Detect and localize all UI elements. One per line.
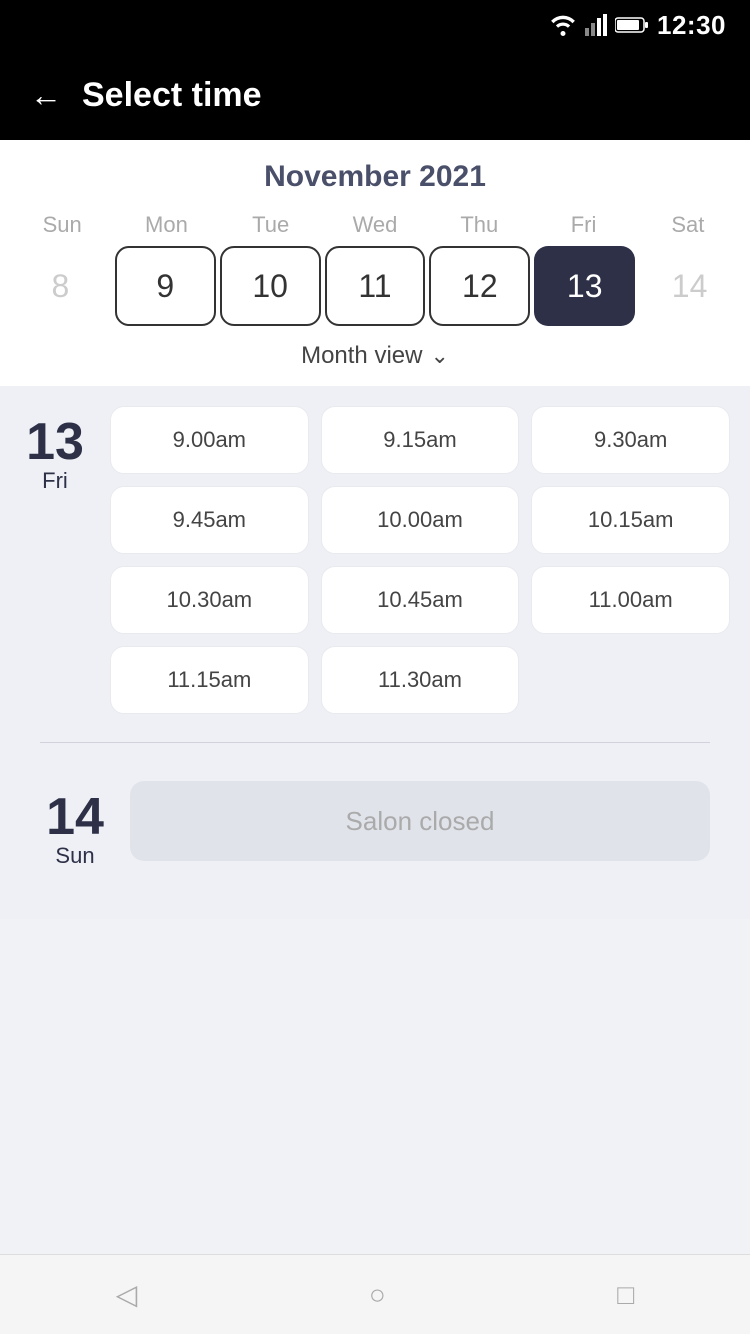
day-header-thu: Thu [427, 212, 531, 238]
back-button[interactable]: ← [30, 79, 62, 111]
time-section: 13 Fri 9.00am 9.15am 9.30am 9.45am 10.00… [0, 386, 750, 919]
nav-home-button[interactable]: ○ [369, 1279, 386, 1311]
bottom-navigation: ◁ ○ □ [0, 1254, 750, 1334]
section-divider [40, 742, 710, 743]
status-icons: 12:30 [549, 10, 726, 41]
time-slot-1000[interactable]: 10.00am [321, 486, 520, 554]
time-slot-1100[interactable]: 11.00am [531, 566, 730, 634]
day-name-14: Sun [55, 843, 94, 869]
day-headers-row: Sun Mon Tue Wed Thu Fri Sat [0, 212, 750, 238]
date-cell-8[interactable]: 8 [10, 246, 111, 326]
time-slot-1015[interactable]: 10.15am [531, 486, 730, 554]
day-header-mon: Mon [114, 212, 218, 238]
month-year-label: November 2021 [0, 160, 750, 194]
time-slot-1115[interactable]: 11.15am [110, 646, 309, 714]
date-cell-10[interactable]: 10 [220, 246, 321, 326]
day-label-14: 14 Sun [40, 781, 110, 869]
day-number-14: 14 [46, 791, 104, 843]
time-slot-900[interactable]: 9.00am [110, 406, 309, 474]
day-header-wed: Wed [323, 212, 427, 238]
day-header-fri: Fri [531, 212, 635, 238]
day-section-13: 13 Fri 9.00am 9.15am 9.30am 9.45am 10.00… [20, 406, 730, 714]
date-row: 8 9 10 11 12 13 14 [0, 246, 750, 326]
date-cell-14[interactable]: 14 [639, 246, 740, 326]
day-label-13: 13 Fri [20, 406, 90, 714]
day-name-13: Fri [42, 468, 68, 494]
date-cell-12[interactable]: 12 [429, 246, 530, 326]
time-slots-13: 9.00am 9.15am 9.30am 9.45am 10.00am 10.1… [110, 406, 730, 714]
time-slot-915[interactable]: 9.15am [321, 406, 520, 474]
time-slot-945[interactable]: 9.45am [110, 486, 309, 554]
day-section-14: 14 Sun Salon closed [20, 771, 730, 899]
wifi-icon [549, 14, 577, 36]
time-slot-1130[interactable]: 11.30am [321, 646, 520, 714]
time-slot-1045[interactable]: 10.45am [321, 566, 520, 634]
status-time: 12:30 [657, 10, 726, 41]
page-title: Select time [82, 76, 262, 115]
day-header-sun: Sun [10, 212, 114, 238]
status-bar: 12:30 [0, 0, 750, 50]
month-view-label: Month view [301, 342, 422, 370]
day-header-tue: Tue [219, 212, 323, 238]
date-cell-13[interactable]: 13 [534, 246, 635, 326]
time-slot-1030[interactable]: 10.30am [110, 566, 309, 634]
month-view-toggle[interactable]: Month view ⌄ [0, 326, 750, 386]
nav-back-button[interactable]: ◁ [116, 1278, 138, 1311]
day-number-13: 13 [26, 416, 84, 468]
app-header: ← Select time [0, 50, 750, 140]
signal-icon [585, 14, 607, 36]
battery-icon [615, 16, 649, 34]
date-cell-11[interactable]: 11 [325, 246, 426, 326]
salon-closed-box: Salon closed [130, 781, 710, 861]
time-slot-930[interactable]: 9.30am [531, 406, 730, 474]
calendar-section: November 2021 Sun Mon Tue Wed Thu Fri Sa… [0, 140, 750, 386]
nav-recent-button[interactable]: □ [617, 1279, 634, 1311]
date-cell-9[interactable]: 9 [115, 246, 216, 326]
day-header-sat: Sat [636, 212, 740, 238]
chevron-down-icon: ⌄ [430, 343, 448, 369]
